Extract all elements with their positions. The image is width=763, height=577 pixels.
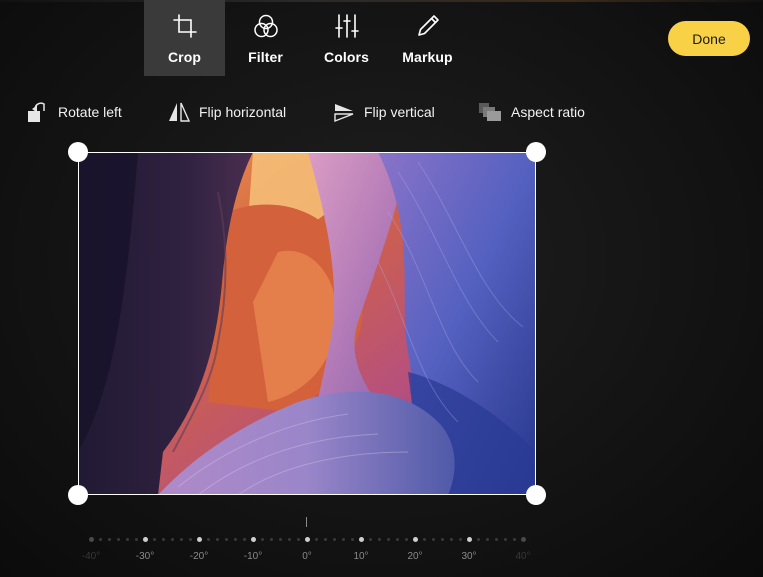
ruler-tick-label: 0° — [302, 551, 312, 562]
ruler-minor-tick — [314, 538, 318, 541]
filter-icon — [253, 14, 278, 38]
ruler-minor-tick — [323, 538, 327, 541]
ruler-minor-tick — [161, 538, 165, 541]
flip-vertical-label: Flip vertical — [364, 104, 435, 120]
ruler-minor-tick — [98, 538, 102, 541]
ruler-minor-tick — [224, 538, 228, 541]
ruler-minor-tick — [458, 538, 462, 541]
ruler-minor-tick — [341, 538, 345, 541]
ruler-minor-tick — [179, 538, 183, 541]
tab-filter[interactable]: Filter — [225, 0, 306, 76]
ruler-minor-tick — [404, 538, 408, 541]
ruler-tick-label: 10° — [353, 551, 369, 562]
ruler-minor-tick — [449, 538, 453, 541]
ruler-tick-label: -30° — [135, 551, 155, 562]
ruler-tick-label: -40° — [81, 551, 101, 562]
ruler-minor-tick — [107, 538, 111, 541]
ruler-minor-tick — [125, 538, 129, 541]
rotate-left-label: Rotate left — [58, 104, 122, 120]
ruler-minor-tick — [116, 538, 120, 541]
ruler-minor-tick — [215, 538, 219, 541]
tab-colors-label: Colors — [324, 49, 369, 65]
sliders-icon — [334, 14, 359, 38]
ruler-minor-tick — [287, 538, 291, 541]
aspect-ratio-label: Aspect ratio — [511, 104, 585, 120]
tab-filter-label: Filter — [248, 49, 283, 65]
ruler-major-tick — [142, 537, 148, 542]
ruler-minor-tick — [188, 538, 192, 541]
crop-handle-top-right[interactable] — [526, 142, 546, 162]
ruler-tick-label: 20° — [407, 551, 423, 562]
ruler-tick-label: -20° — [189, 551, 209, 562]
ruler-minor-tick — [395, 538, 399, 541]
ruler-tick-label: 30° — [461, 551, 477, 562]
flip-horizontal-icon — [169, 102, 190, 122]
ruler-minor-tick — [494, 538, 498, 541]
crop-handle-bottom-left[interactable] — [68, 485, 88, 505]
ruler-major-tick — [520, 537, 526, 542]
ruler-major-tick — [304, 537, 310, 542]
ruler-major-tick — [196, 537, 202, 542]
ruler-major-tick — [88, 537, 94, 542]
ruler-major-tick — [358, 537, 364, 542]
crop-icon — [172, 14, 197, 38]
ruler-minor-tick — [431, 538, 435, 541]
done-button[interactable]: Done — [668, 21, 750, 56]
rotate-left-icon — [28, 102, 45, 122]
aspect-ratio-icon — [479, 103, 501, 121]
straighten-indicator — [306, 517, 307, 527]
ruler-minor-tick — [368, 538, 372, 541]
ruler-minor-tick — [278, 538, 282, 541]
aspect-ratio-button[interactable]: Aspect ratio — [478, 100, 585, 124]
ruler-major-tick — [466, 537, 472, 542]
ruler-minor-tick — [512, 538, 516, 541]
ruler-minor-tick — [260, 538, 264, 541]
crop-canvas[interactable] — [78, 152, 536, 495]
ruler-major-tick — [250, 537, 256, 542]
ruler-minor-tick — [377, 538, 381, 541]
pen-icon — [417, 15, 439, 36]
ruler-minor-tick — [332, 538, 336, 541]
flip-horizontal-button[interactable]: Flip horizontal — [168, 100, 286, 124]
ruler-minor-tick — [170, 538, 174, 541]
ruler-minor-tick — [386, 538, 390, 541]
ruler-minor-tick — [350, 538, 354, 541]
photo — [78, 152, 536, 495]
ruler-tick-label: -10° — [243, 551, 263, 562]
ruler-minor-tick — [233, 538, 237, 541]
tab-crop[interactable]: Crop — [144, 0, 225, 76]
crop-handle-top-left[interactable] — [68, 142, 88, 162]
ruler-minor-tick — [152, 538, 156, 541]
tab-crop-label: Crop — [167, 49, 202, 65]
ruler-tick-label: 40° — [515, 551, 531, 562]
ruler-minor-tick — [440, 538, 444, 541]
rotate-left-button[interactable]: Rotate left — [27, 100, 122, 124]
flip-vertical-icon — [334, 104, 354, 122]
ruler-minor-tick — [134, 538, 138, 541]
ruler-minor-tick — [242, 538, 246, 541]
tab-colors[interactable]: Colors — [306, 0, 387, 76]
crop-handle-bottom-right[interactable] — [526, 485, 546, 505]
ruler-minor-tick — [269, 538, 273, 541]
ruler-minor-tick — [503, 538, 507, 541]
edit-tabs: Crop Filter Colors Markup — [144, 0, 468, 76]
tab-markup-label: Markup — [402, 49, 453, 65]
tab-markup[interactable]: Markup — [387, 0, 468, 76]
ruler-minor-tick — [296, 538, 300, 541]
ruler-minor-tick — [206, 538, 210, 541]
flip-vertical-button[interactable]: Flip vertical — [333, 100, 435, 124]
flip-horizontal-label: Flip horizontal — [199, 104, 287, 120]
ruler-minor-tick — [422, 538, 426, 541]
ruler-major-tick — [412, 537, 418, 542]
ruler-minor-tick — [485, 538, 489, 541]
ruler-minor-tick — [476, 538, 480, 541]
